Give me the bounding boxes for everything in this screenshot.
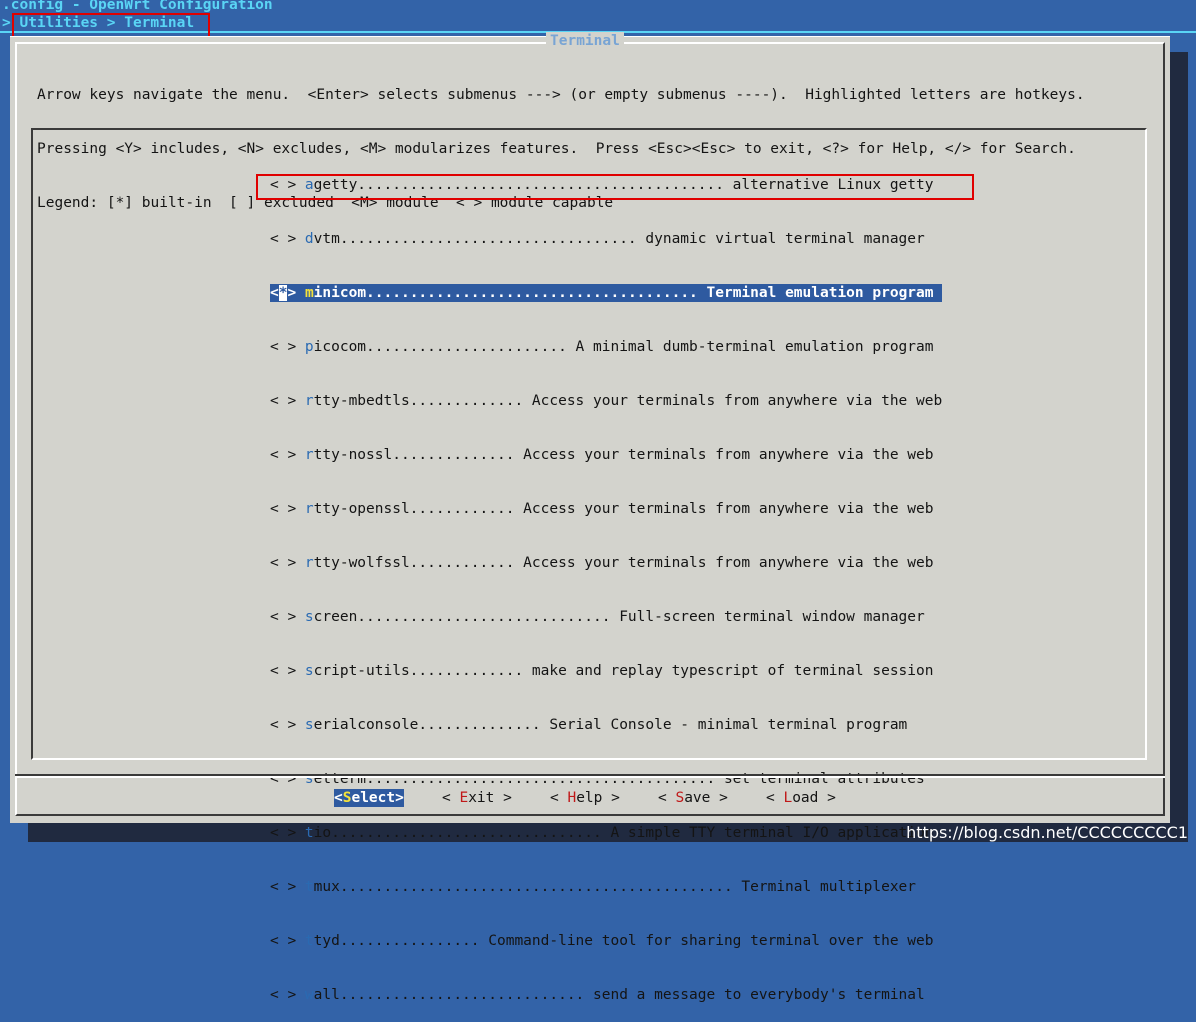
menu-item-label: vtm.................................. dy…: [313, 231, 925, 247]
menu-item-label: erialconsole.............. Serial Consol…: [313, 717, 908, 733]
menu-item-script-utils[interactable]: < > script-utils............. make and r…: [270, 662, 942, 680]
menu-item-label: tty-mbedtls............. Access your ter…: [313, 393, 943, 409]
menu-item-serialconsole[interactable]: < > serialconsole.............. Serial C…: [270, 716, 942, 734]
menu-item-rtty-wolfssl[interactable]: < > rtty-wolfssl............ Access your…: [270, 554, 942, 572]
button-bracket: <: [766, 790, 784, 806]
hotkey-letter: m: [304, 285, 314, 301]
menu-item-label: inicom..................................…: [313, 285, 934, 301]
hotkey-letter: S: [675, 790, 685, 806]
menu-item-screen[interactable]: < > screen............................. …: [270, 608, 942, 626]
selection-highlight-box: [256, 174, 974, 200]
menu-item-picocom[interactable]: < > picocom....................... A min…: [270, 338, 942, 356]
hotkey-letter: r: [304, 447, 314, 463]
menu-item-rtty-nossl[interactable]: < > rtty-nossl.............. Access your…: [270, 446, 942, 464]
button-bracket: >: [494, 790, 512, 806]
button-bracket: >: [602, 790, 620, 806]
select-button[interactable]: <Select>: [334, 789, 404, 807]
exit-button[interactable]: < Exit >: [442, 789, 512, 807]
watermark: https://blog.csdn.net/CCCCCCCCC1: [906, 823, 1188, 842]
module-checkbox[interactable]: < >: [270, 987, 305, 1003]
module-checkbox[interactable]: < >: [270, 231, 305, 247]
hotkey-letter: r: [304, 501, 314, 517]
module-checkbox-close: >: [287, 285, 305, 301]
menu-item-rtty-openssl[interactable]: < > rtty-openssl............ Access your…: [270, 500, 942, 518]
menu-item-label: all............................ send a m…: [313, 987, 925, 1003]
hotkey-letter: r: [304, 393, 314, 409]
hotkey-letter: s: [304, 717, 314, 733]
hotkey-letter: s: [304, 663, 314, 679]
module-checkbox[interactable]: < >: [270, 555, 305, 571]
module-checkbox[interactable]: < >: [270, 339, 305, 355]
menu-item-tmux[interactable]: < > tmux................................…: [270, 878, 942, 896]
menu-item-dvtm[interactable]: < > dvtm................................…: [270, 230, 942, 248]
menu-item-wall[interactable]: < > wall............................ sen…: [270, 986, 942, 1004]
hotkey-letter: w: [304, 987, 314, 1003]
menu-item-rtty-mbedtls[interactable]: < > rtty-mbedtls............. Access you…: [270, 392, 942, 410]
module-checkbox[interactable]: < >: [270, 447, 305, 463]
module-checkbox[interactable]: < >: [270, 717, 305, 733]
module-checkbox-open[interactable]: <: [270, 285, 279, 301]
module-checkbox[interactable]: < >: [270, 825, 305, 841]
button-bracket: >: [395, 790, 404, 806]
hotkey-letter: t: [304, 825, 314, 841]
button-bracket: >: [818, 790, 836, 806]
module-checkbox[interactable]: < >: [270, 609, 305, 625]
save-button[interactable]: < Save >: [658, 789, 728, 807]
hotkey-letter: r: [304, 555, 314, 571]
app-title: .config - OpenWrt Configuration: [2, 0, 273, 13]
hotkey-letter: t: [304, 879, 314, 895]
menu-item-label: tty-wolfssl............ Access your term…: [313, 555, 934, 571]
button-bracket: <: [658, 790, 676, 806]
button-bracket: <: [442, 790, 460, 806]
button-bracket: <: [550, 790, 568, 806]
module-checkbox[interactable]: < >: [270, 663, 305, 679]
hotkey-letter: p: [304, 339, 314, 355]
button-label: xit: [468, 790, 495, 806]
hotkey-letter: L: [783, 790, 793, 806]
module-checkbox[interactable]: < >: [270, 933, 305, 949]
menu-item-minicom[interactable]: <*> minicom.............................…: [270, 284, 943, 302]
menu-item-tio[interactable]: < > tio............................... A…: [270, 824, 942, 842]
menu-item-label: tyd................ Command-line tool fo…: [313, 933, 934, 949]
menu-item-label: cript-utils............. make and replay…: [313, 663, 934, 679]
button-bracket: >: [710, 790, 728, 806]
menu-item-ttyd[interactable]: < > ttyd................ Command-line to…: [270, 932, 942, 950]
module-checkbox[interactable]: < >: [270, 393, 305, 409]
menu-item-label: io............................... A simp…: [313, 825, 934, 841]
button-label: elect: [351, 790, 396, 806]
module-checkbox[interactable]: < >: [270, 879, 305, 895]
hotkey-letter: s: [304, 609, 314, 625]
menu-item-label: tty-openssl............ Access your term…: [313, 501, 934, 517]
menu-item-label: icocom....................... A minimal …: [313, 339, 934, 355]
hotkey-letter: d: [304, 231, 314, 247]
button-bar-divider: [15, 776, 1165, 778]
module-checkbox[interactable]: < >: [270, 501, 305, 517]
menu-item-label: creen............................. Full-…: [313, 609, 925, 625]
hotkey-letter: t: [304, 933, 314, 949]
help-button[interactable]: < Help >: [550, 789, 620, 807]
button-label: ave: [684, 790, 711, 806]
button-label: oad: [792, 790, 819, 806]
menu-item-setterm[interactable]: < > setterm.............................…: [270, 770, 942, 788]
button-label: elp: [576, 790, 603, 806]
menu-item-label: mux.....................................…: [313, 879, 917, 895]
help-line: Arrow keys navigate the menu. <Enter> se…: [37, 87, 1085, 103]
menu-list: < > agetty..............................…: [270, 140, 943, 1022]
hotkey-letter: E: [459, 790, 469, 806]
button-bracket: <: [334, 790, 343, 806]
menu-item-label: tty-nossl.............. Access your term…: [313, 447, 934, 463]
dialog-title: Terminal: [546, 32, 624, 50]
hotkey-letter: H: [567, 790, 577, 806]
load-button[interactable]: < Load >: [766, 789, 836, 807]
